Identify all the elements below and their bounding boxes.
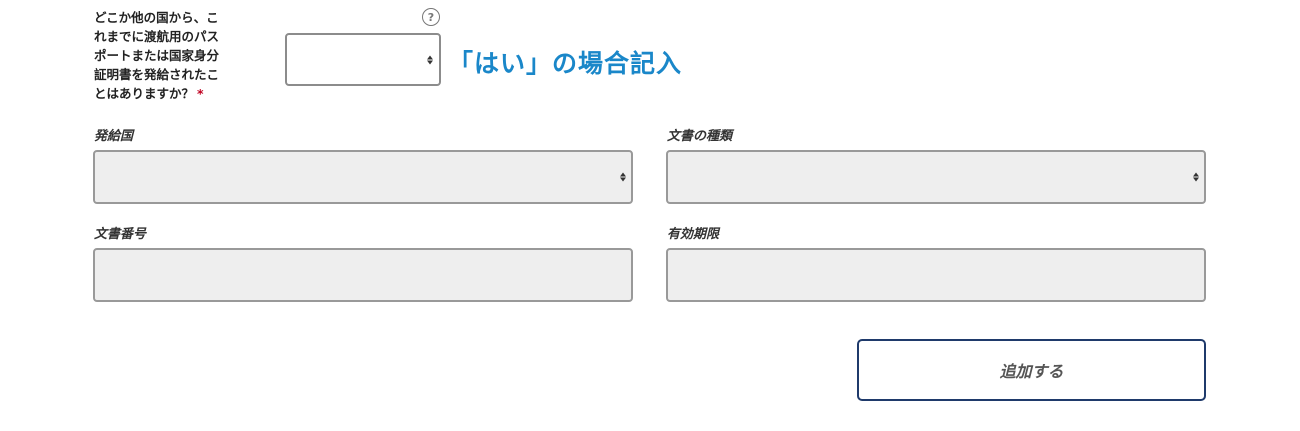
question-line: とはありますか？: [94, 86, 195, 101]
select-arrows-icon: [620, 172, 626, 182]
issuing-country-label: 発給国: [94, 129, 134, 144]
required-mark: *: [197, 86, 204, 101]
document-type-select[interactable]: [666, 150, 1206, 204]
expiry-date-input[interactable]: [666, 248, 1206, 302]
document-number-input[interactable]: [93, 248, 633, 302]
question-line: ポートまたは国家身分: [94, 48, 220, 63]
has-other-passport-select[interactable]: [285, 33, 441, 86]
issuing-country-select[interactable]: [93, 150, 633, 204]
expiry-date-label: 有効期限: [667, 227, 720, 242]
question-label: どこか他の国から、こ れまでに渡航用のパス ポートまたは国家身分 証明書を発給さ…: [94, 8, 254, 103]
add-button[interactable]: 追加する: [857, 339, 1206, 401]
annotation-note: 「はい」の場合記入: [448, 49, 683, 78]
question-line-last: とはありますか？ *: [94, 84, 254, 103]
question-line: 証明書を発給されたこ: [94, 67, 220, 82]
document-number-label: 文書番号: [94, 227, 147, 242]
question-circle-icon[interactable]: ?: [422, 8, 440, 26]
question-line: れまでに渡航用のパス: [94, 29, 220, 44]
select-arrows-icon: [427, 55, 433, 64]
question-line: どこか他の国から、こ: [94, 10, 219, 25]
select-arrows-icon: [1193, 172, 1199, 182]
document-type-label: 文書の種類: [667, 129, 733, 144]
